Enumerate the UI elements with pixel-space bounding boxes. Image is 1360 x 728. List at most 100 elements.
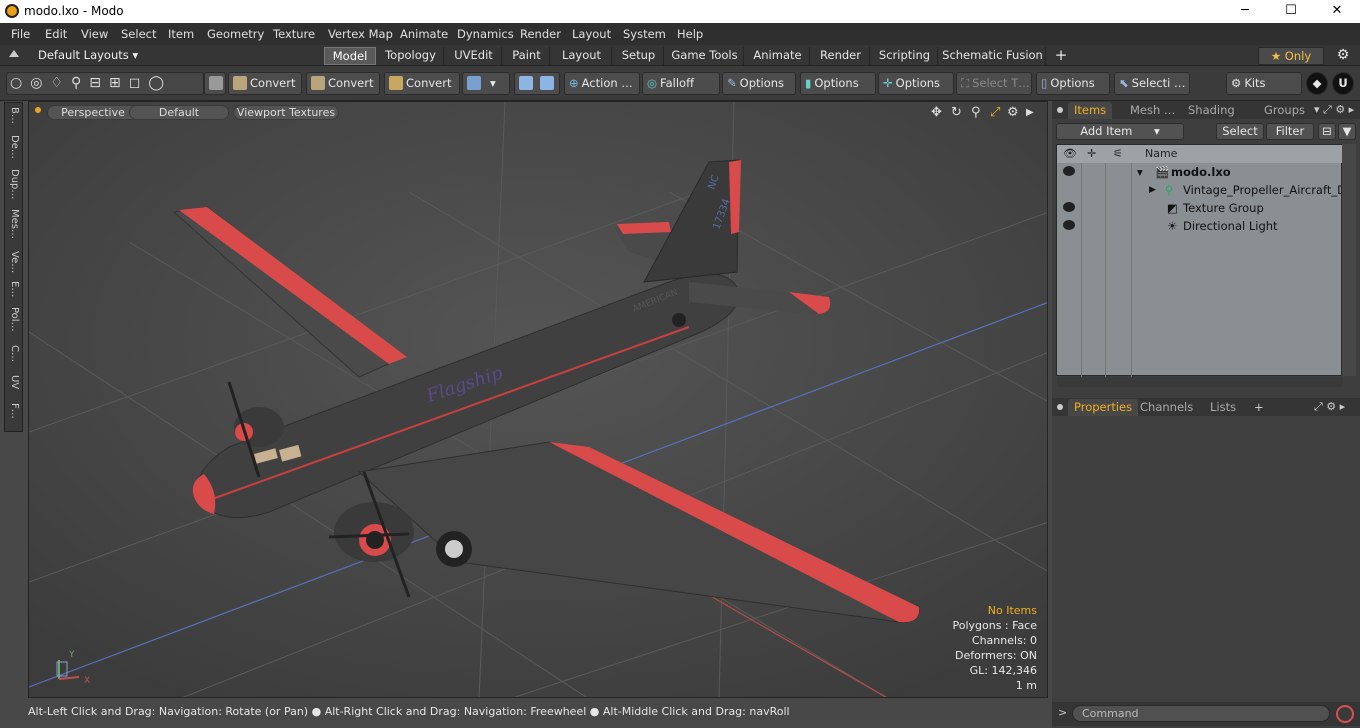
left-tab-polygon[interactable]: Pol… — [8, 307, 20, 332]
visibility-eye-icon[interactable] — [1063, 202, 1075, 212]
minimize-button[interactable]: ─ — [1222, 2, 1268, 22]
collapsed-arrow-icon[interactable]: ▶ — [1149, 181, 1156, 199]
menu-render[interactable]: Render — [520, 27, 561, 41]
tab-uvedit[interactable]: UVEdit — [446, 47, 502, 65]
selection-mode-icons[interactable]: ○◎♢⚲⊟⊞◻◯ — [10, 73, 172, 94]
convert-button-2[interactable]: Convert — [306, 72, 380, 95]
menu-animate[interactable]: Animate — [400, 27, 448, 41]
panel-options-icons[interactable]: ⤢ ⚙ ▸ — [1314, 400, 1345, 414]
zoom-view-icon[interactable]: ⚲ — [971, 105, 981, 120]
left-tab-basic[interactable]: B… — [8, 107, 20, 124]
tab-groups[interactable]: Groups — [1258, 102, 1311, 119]
rotate-view-icon[interactable]: ↻ — [951, 105, 962, 120]
menu-view[interactable]: View — [81, 27, 108, 41]
panel-menu-dot-icon[interactable] — [1057, 107, 1063, 113]
left-tab-deform[interactable]: De… — [8, 135, 20, 159]
fit-view-icon[interactable]: ⤢ — [990, 105, 1000, 120]
left-tab-fusion[interactable]: F… — [8, 403, 20, 419]
perspective-tab[interactable]: Perspective — [47, 105, 139, 120]
only-button[interactable]: ★ Only — [1258, 47, 1324, 65]
3d-viewport[interactable]: Flagship NC 17334 AMERICAN Y X Perspecti… — [28, 101, 1048, 698]
tab-layout[interactable]: Layout — [552, 47, 612, 65]
panel-menu-dot-icon[interactable] — [1057, 404, 1063, 410]
left-tab-vertex[interactable]: Ve… — [8, 251, 20, 273]
left-tab-duplicate[interactable]: Dup… — [8, 169, 20, 199]
convert-button-3[interactable]: Convert — [384, 72, 460, 95]
tab-game-tools[interactable]: Game Tools — [666, 47, 744, 65]
options-button-2[interactable]: ▮ Options — [800, 72, 876, 95]
left-tab-curve[interactable]: C… — [8, 345, 20, 362]
symmetry-buttons[interactable] — [514, 72, 560, 95]
menu-geometry[interactable]: Geometry — [207, 27, 264, 41]
menu-item[interactable]: Item — [168, 27, 194, 41]
tab-shading[interactable]: Shading — [1182, 102, 1241, 119]
expand-arrow-icon[interactable]: ▾ — [1137, 163, 1143, 181]
items-vertical-scrollbar[interactable] — [1342, 144, 1356, 376]
visibility-column-icon[interactable]: 👁 — [1063, 145, 1077, 163]
unity-icon[interactable]: ◆ — [1306, 72, 1328, 95]
settings-gear-icon[interactable]: ⚙ — [1330, 47, 1356, 65]
add-tab-button[interactable]: + — [1050, 47, 1072, 65]
tab-lists[interactable]: Lists — [1204, 399, 1242, 416]
tab-properties[interactable]: Properties — [1068, 399, 1139, 416]
tab-render[interactable]: Render — [812, 47, 870, 65]
viewport-textures-tab[interactable]: Viewport Textures — [233, 105, 339, 120]
menu-system[interactable]: System — [623, 27, 666, 41]
menu-dynamics[interactable]: Dynamics — [457, 27, 514, 41]
command-input[interactable]: Command — [1072, 705, 1330, 722]
items-scrollbar[interactable] — [1057, 377, 1343, 387]
viewport-expand-icon[interactable]: ▶ — [1026, 107, 1034, 118]
tab-topology[interactable]: Topology — [378, 47, 444, 65]
cube-icon[interactable] — [204, 72, 226, 95]
select-through-button[interactable]: ⛶ Select T… — [956, 72, 1032, 95]
tab-channels[interactable]: Channels — [1134, 399, 1199, 416]
tab-scripting[interactable]: Scripting — [872, 47, 938, 65]
options-button-3[interactable]: ✛ Options — [878, 72, 954, 95]
tab-model[interactable]: Model — [324, 47, 376, 65]
panel-options-icons[interactable]: ▾ ⤢ ⚙ ▸ — [1314, 103, 1354, 117]
default-shading-tab[interactable]: Default — [129, 105, 229, 120]
action-center-button[interactable]: ⊕ Action … — [564, 72, 640, 95]
tab-paint[interactable]: Paint — [504, 47, 550, 65]
visibility-eye-icon[interactable] — [1063, 220, 1075, 230]
options-button-1[interactable]: ✎ Options — [722, 72, 796, 95]
list-item-texture-group[interactable]: ◩ Texture Group — [1057, 199, 1343, 217]
type-column-icon[interactable]: ⚟ — [1113, 145, 1123, 163]
select-button[interactable]: Select — [1216, 123, 1264, 140]
tab-items[interactable]: Items — [1068, 102, 1113, 119]
filter-button[interactable]: Filter — [1266, 123, 1314, 140]
menu-help[interactable]: Help — [677, 27, 703, 41]
tab-mesh[interactable]: Mesh … — [1124, 102, 1181, 119]
collapse-icon[interactable]: ⊟ — [1318, 123, 1336, 140]
kits-button[interactable]: ⚙ Kits — [1226, 72, 1302, 95]
record-macro-icon[interactable] — [1336, 705, 1354, 723]
add-panel-tab-button[interactable]: + — [1248, 399, 1270, 416]
left-tab-mesh-edit[interactable]: Mes… — [8, 209, 20, 239]
list-item-mesh[interactable]: ▶ ⚲ Vintage_Propeller_Aircraft_Do… — [1057, 181, 1343, 199]
layout-up-icon[interactable] — [9, 50, 19, 57]
tab-schematic-fusion[interactable]: Schematic Fusion — [940, 47, 1046, 65]
left-tab-edge[interactable]: E… — [8, 281, 20, 297]
tab-setup[interactable]: Setup — [614, 47, 664, 65]
list-item-light[interactable]: ☀ Directional Light — [1057, 217, 1343, 235]
funnel-filter-icon[interactable]: ▼ — [1338, 123, 1356, 140]
add-item-button[interactable]: Add Item ▾ — [1056, 123, 1184, 140]
options-button-4[interactable]: ▯ Options — [1036, 72, 1110, 95]
move-view-icon[interactable]: ✥ — [931, 105, 942, 120]
left-tab-uv[interactable]: UV — [8, 375, 20, 389]
falloff-button[interactable]: ◎ Falloff — [642, 72, 720, 95]
selection-sets-button[interactable]: ⬉ Selecti … — [1114, 72, 1190, 95]
menu-vertex-map[interactable]: Vertex Map — [328, 27, 393, 41]
menu-layout[interactable]: Layout — [572, 27, 611, 41]
menu-texture[interactable]: Texture — [273, 27, 315, 41]
list-item-scene[interactable]: ▾ 🎬 modo.lxo — [1057, 163, 1343, 181]
unreal-icon[interactable]: U — [1332, 72, 1354, 95]
viewport-settings-icon[interactable]: ⚙ — [1007, 105, 1019, 120]
menu-file[interactable]: File — [11, 27, 30, 41]
mesh-dropdown[interactable]: ▾ — [462, 72, 510, 95]
viewport-menu-dot-icon[interactable] — [35, 107, 41, 113]
menu-select[interactable]: Select — [121, 27, 156, 41]
name-column-header[interactable]: Name — [1145, 145, 1177, 163]
menu-edit[interactable]: Edit — [45, 27, 67, 41]
lock-column-icon[interactable]: ✛ — [1087, 145, 1096, 163]
